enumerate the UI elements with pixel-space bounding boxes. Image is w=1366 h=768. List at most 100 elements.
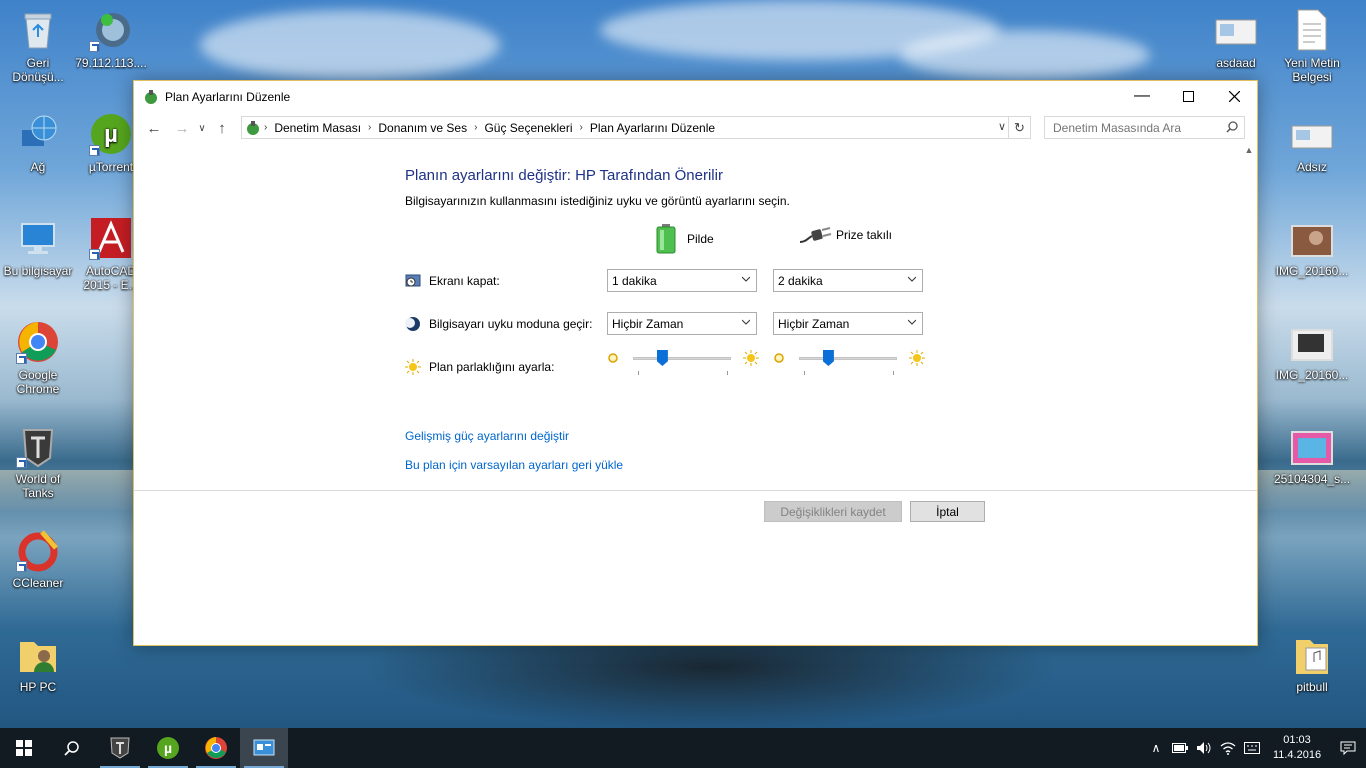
up-button[interactable]: ↑ [211, 117, 233, 139]
desktop-icon-label: Yeni Metin Belgesi [1284, 56, 1340, 84]
search-input[interactable] [1053, 120, 1213, 135]
address-bar[interactable]: › Denetim Masası › Donanım ve Ses › Güç … [241, 116, 1031, 139]
music-folder-icon [1290, 632, 1334, 676]
taskbar-control-panel[interactable] [240, 728, 288, 768]
breadcrumb-separator-icon: › [264, 122, 268, 133]
page-subtitle: Bilgisayarınızın kullanmasını istediğini… [405, 194, 790, 208]
desktop-icon-world-of-tanks[interactable]: World of Tanks [0, 424, 76, 500]
breadcrumb-item[interactable]: Donanım ve Ses [378, 121, 467, 135]
wifi-icon[interactable] [1216, 728, 1240, 768]
shortcut-arrow-icon [89, 145, 100, 156]
desktop-icon-label: Ağ [30, 160, 46, 174]
desktop-icon-label: Adsız [1296, 160, 1327, 174]
scroll-up-arrow-icon[interactable]: ▲ [1241, 145, 1257, 161]
brightness-battery-slider[interactable] [607, 350, 759, 375]
keyboard-tray-icon[interactable] [1240, 728, 1264, 768]
refresh-button[interactable]: ↻ [1008, 117, 1030, 138]
system-tray: ∧ 01:03 11.4.2016 [1144, 728, 1366, 768]
forward-button[interactable]: → [171, 117, 193, 139]
computer-icon [16, 216, 60, 260]
desktop-icon-google-chrome[interactable]: Google Chrome [0, 320, 76, 396]
desktop-icon-label: HP PC [19, 680, 57, 694]
search-box[interactable] [1044, 116, 1245, 139]
taskbar-chrome[interactable] [192, 728, 240, 768]
desktop-icon-adsiz[interactable]: Adsız [1274, 112, 1350, 174]
desktop-icon-label: pitbull [1296, 680, 1328, 694]
shortcut-arrow-icon [16, 457, 27, 468]
clock-time: 01:03 [1283, 734, 1311, 746]
advanced-power-settings-link[interactable]: Gelişmiş güç ayarlarını değiştir [405, 429, 569, 443]
chrome-icon [205, 737, 227, 759]
column-header-plugged: Prize takılı [798, 224, 892, 246]
sleep-plugged-select[interactable]: Hiçbir Zaman [773, 312, 923, 335]
start-button[interactable] [0, 728, 48, 768]
display-off-row-label: Ekranı kapat: [405, 273, 500, 289]
svg-text:µ: µ [164, 740, 172, 756]
breadcrumb-separator-icon: › [579, 122, 583, 133]
chevron-down-icon [908, 276, 916, 282]
desktop-icon-label: Bu bilgisayar [3, 264, 73, 278]
battery-tray-icon[interactable] [1168, 728, 1192, 768]
image-thumbnail-icon [1290, 112, 1334, 156]
address-dropdown-icon[interactable]: ∨ [998, 120, 1006, 133]
desktop-icon-yeni-metin-belgesi[interactable]: Yeni Metin Belgesi [1274, 8, 1350, 84]
minimize-button[interactable]: — [1119, 81, 1165, 111]
desktop-icon-label: World of Tanks [15, 472, 61, 500]
slider-track [799, 357, 897, 360]
desktop-icon-label: asdaad [1216, 56, 1256, 70]
back-button[interactable]: ← [143, 117, 165, 139]
minimize-icon: — [1134, 87, 1150, 104]
desktop-icon-pitbull[interactable]: pitbull [1274, 632, 1350, 694]
island-reflection [360, 640, 1060, 730]
brightness-plugged-slider[interactable] [773, 350, 925, 375]
power-options-icon [245, 120, 261, 136]
world-of-tanks-icon [16, 424, 60, 468]
desktop-icon-img-1[interactable]: IMG_20160... [1274, 216, 1350, 278]
desktop-icon-this-pc[interactable]: Bu bilgisayar [0, 216, 76, 278]
desktop-icon-hp-pc[interactable]: HP PC [0, 632, 76, 694]
desktop-icon-label: 25104304_s... [1274, 472, 1351, 486]
close-button[interactable] [1211, 81, 1257, 111]
tray-overflow-chevron-icon[interactable]: ∧ [1144, 728, 1168, 768]
search-button[interactable] [48, 728, 96, 768]
cancel-button[interactable]: İptal [910, 501, 985, 522]
desktop-icon-server-shortcut[interactable]: 79.112.113.... [73, 8, 149, 70]
slider-ticks [804, 371, 894, 375]
title-bar[interactable]: Plan Ayarlarını Düzenle — [134, 81, 1257, 113]
sleep-battery-select[interactable]: Hiçbir Zaman [607, 312, 757, 335]
restore-defaults-link[interactable]: Bu plan için varsayılan ayarları geri yü… [405, 458, 623, 472]
battery-column-label: Pilde [687, 232, 714, 246]
clock[interactable]: 01:03 11.4.2016 [1264, 733, 1330, 763]
desktop-icon-label: CCleaner [12, 576, 64, 590]
photo-thumbnail-icon [1290, 320, 1334, 364]
volume-icon[interactable] [1192, 728, 1216, 768]
control-panel-icon [253, 739, 275, 756]
bright-sun-icon [743, 350, 759, 366]
cloud [200, 10, 500, 80]
display-off-battery-select[interactable]: 1 dakika [607, 269, 757, 292]
taskbar-utorrent[interactable]: µ [144, 728, 192, 768]
breadcrumb-item[interactable]: Plan Ayarlarını Düzenle [590, 121, 715, 135]
recent-locations-button[interactable]: ∨ [195, 117, 209, 139]
breadcrumb-item[interactable]: Güç Seçenekleri [484, 121, 572, 135]
desktop-icon-img-3[interactable]: 25104304_s... [1274, 424, 1350, 486]
slider-ticks [638, 371, 728, 375]
display-off-plugged-select[interactable]: 2 dakika [773, 269, 923, 292]
utorrent-icon: µ [89, 112, 133, 156]
maximize-button[interactable] [1165, 81, 1211, 111]
breadcrumb-item[interactable]: Denetim Masası [274, 121, 361, 135]
desktop-icon-recycle-bin[interactable]: Geri Dönüşü... [0, 8, 76, 84]
close-icon [1228, 90, 1240, 102]
slider-thumb[interactable] [822, 350, 834, 366]
desktop-icon-asdaad[interactable]: asdaad [1198, 8, 1274, 70]
save-changes-button[interactable]: Değişiklikleri kaydet [764, 501, 902, 522]
desktop-icon-network[interactable]: Ağ [0, 112, 76, 174]
svg-text:µ: µ [104, 121, 118, 148]
shortcut-arrow-icon [16, 561, 27, 572]
chevron-down-icon: ∨ [198, 122, 206, 134]
taskbar-world-of-tanks[interactable] [96, 728, 144, 768]
desktop-icon-img-2[interactable]: IMG_20160... [1274, 320, 1350, 382]
action-center-icon[interactable] [1330, 728, 1366, 768]
desktop-icon-ccleaner[interactable]: CCleaner [0, 528, 76, 590]
slider-thumb[interactable] [656, 350, 668, 366]
